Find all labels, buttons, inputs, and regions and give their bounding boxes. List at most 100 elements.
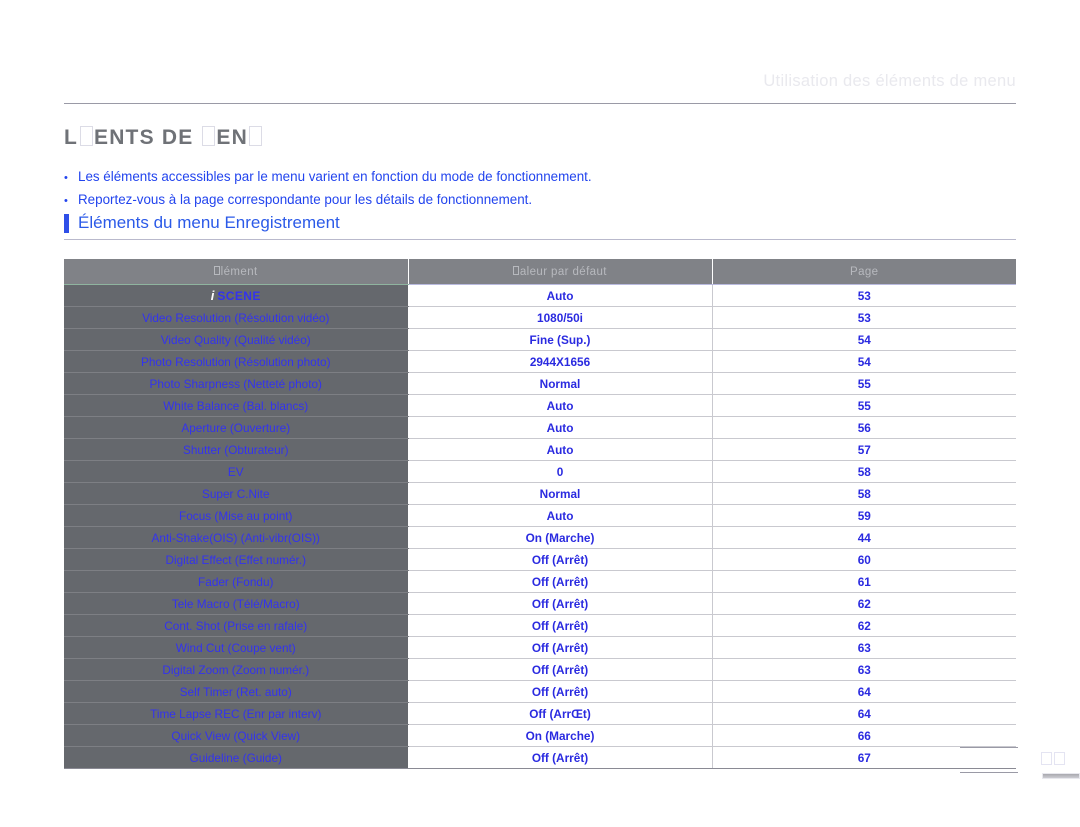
note-text: Reportez-vous à la page correspondante p… <box>78 192 533 207</box>
table-row: White Balance (Bal. blancs) Auto 55 <box>64 394 1016 417</box>
table-header-row: lément aleur par défaut Page <box>64 259 1016 285</box>
cell-page-number: 63 <box>711 658 1016 681</box>
cell-page-number: 66 <box>711 724 1016 747</box>
table-row: Guideline (Guide) Off (Arrêt) 67 <box>64 746 1016 769</box>
cell-menu-item: Digital Effect (Effet numér.) <box>64 548 409 571</box>
cell-menu-item: Self Timer (Ret. auto) <box>64 680 409 703</box>
cell-default-value: Auto <box>408 416 712 439</box>
cell-default-value: Fine (Sup.) <box>408 328 712 351</box>
cell-menu-item: Shutter (Obturateur) <box>64 438 409 461</box>
cell-page-number: 61 <box>711 570 1016 593</box>
cell-default-value: Off (Arrêt) <box>408 746 712 769</box>
cell-menu-item: Quick View (Quick View) <box>64 724 409 747</box>
notes-list: • Les éléments accessibles par le menu v… <box>64 166 984 212</box>
table-row: Tele Macro (Télé/Macro) Off (Arrêt) 62 <box>64 592 1016 615</box>
cell-default-value: Normal <box>408 372 712 395</box>
bullet-icon: • <box>64 172 68 184</box>
cell-page-number: 56 <box>711 416 1016 439</box>
table-row: i SCENE Auto 53 <box>64 284 1016 307</box>
missing-glyph-icon <box>1054 752 1065 765</box>
iscene-label: SCENE <box>217 289 261 303</box>
menu-items-table: lément aleur par défaut Page i SCENE Auto 5… <box>64 259 1016 769</box>
table-row: Self Timer (Ret. auto) Off (Arrêt) 64 <box>64 680 1016 703</box>
section-rule <box>64 239 1016 240</box>
table-body: i SCENE Auto 53 Video Resolution (Résolution… <box>64 284 1016 769</box>
cell-menu-item: Digital Zoom (Zoom numér.) <box>64 658 409 681</box>
section-accent-bar <box>64 213 69 233</box>
footer-rule-top <box>960 747 1018 748</box>
column-header-value-label: aleur par défaut <box>519 265 607 278</box>
cell-page-number: 63 <box>711 636 1016 659</box>
table-row: Aperture (Ouverture) Auto 56 <box>64 416 1016 439</box>
cell-menu-item: Photo Resolution (Résolution photo) <box>64 350 409 373</box>
page-title-seg-3: EN <box>216 126 248 149</box>
cell-default-value: Off (Arrêt) <box>408 680 712 703</box>
table-row: Cont. Shot (Prise en rafale) Off (Arrêt) 6… <box>64 614 1016 637</box>
header-rule <box>64 103 1016 104</box>
cell-default-value: 0 <box>408 460 712 483</box>
cell-default-value: Auto <box>408 394 712 417</box>
missing-glyph-icon <box>201 126 215 146</box>
table-row: Video Quality (Qualité vidéo) Fine (Sup.)… <box>64 328 1016 351</box>
table-row: Time Lapse REC (Enr par interv) Off (ArrŒ… <box>64 702 1016 725</box>
cell-page-number: 62 <box>711 614 1016 637</box>
footer-rule-bottom <box>960 772 1018 773</box>
cell-default-value: Off (Arrêt) <box>408 658 712 681</box>
cell-default-value: Auto <box>408 504 712 527</box>
cell-default-value: Auto <box>408 438 712 461</box>
cell-default-value: Off (Arrêt) <box>408 592 712 615</box>
cell-default-value: Off (Arrêt) <box>408 614 712 637</box>
cell-default-value: On (Marche) <box>408 724 712 747</box>
cell-page-number: 44 <box>711 526 1016 549</box>
cell-menu-item: Time Lapse REC (Enr par interv) <box>64 702 409 725</box>
cell-page-number: 58 <box>711 482 1016 505</box>
cell-menu-item: Video Resolution (Résolution vidéo) <box>64 306 409 329</box>
table-row: Fader (Fondu) Off (Arrêt) 61 <box>64 570 1016 593</box>
cell-page-number: 53 <box>711 306 1016 329</box>
table-row: Focus (Mise au point) Auto 59 <box>64 504 1016 527</box>
page-title-seg-2: ENTS DE <box>93 126 201 149</box>
cell-menu-item: Fader (Fondu) <box>64 570 409 593</box>
table-row: Photo Sharpness (Netteté photo) Normal 55 <box>64 372 1016 395</box>
cell-menu-item: Anti-Shake(OIS) (Anti-vibr(OIS)) <box>64 526 409 549</box>
cell-default-value: Auto <box>408 284 712 307</box>
cell-page-number: 57 <box>711 438 1016 461</box>
cell-page-number: 58 <box>711 460 1016 483</box>
page-title-seg-1: L <box>64 126 79 149</box>
table-row: EV 0 58 <box>64 460 1016 483</box>
missing-glyph-icon <box>513 265 520 276</box>
cell-menu-item: Guideline (Guide) <box>64 746 409 769</box>
column-header-item: lément <box>64 259 408 285</box>
cell-default-value: On (Marche) <box>408 526 712 549</box>
table-row: Digital Effect (Effet numér.) Off (Arrêt)… <box>64 548 1016 571</box>
table-row: Photo Resolution (Résolution photo) 2944X… <box>64 350 1016 373</box>
cell-page-number: 60 <box>711 548 1016 571</box>
bullet-icon: • <box>64 195 68 207</box>
cell-page-number: 55 <box>711 394 1016 417</box>
table-header: lément aleur par défaut Page <box>64 259 1016 285</box>
table-row: Super C.Nite Normal 58 <box>64 482 1016 505</box>
missing-glyph-icon <box>213 265 221 276</box>
cell-default-value: Off (Arrêt) <box>408 636 712 659</box>
cell-default-value: 1080/50i <box>408 306 712 329</box>
cell-menu-item: White Balance (Bal. blancs) <box>64 394 409 417</box>
cell-default-value: Off (Arrêt) <box>408 548 712 571</box>
cell-default-value: 2944X1656 <box>408 350 712 373</box>
cell-menu-item: Tele Macro (Télé/Macro) <box>64 592 409 615</box>
section-title: Éléments du menu Enregistrement <box>78 213 340 232</box>
list-item: • Les éléments accessibles par le menu v… <box>64 166 984 189</box>
cell-menu-item: Photo Sharpness (Netteté photo) <box>64 372 409 395</box>
cell-default-value: Off (ArrŒt) <box>408 702 712 725</box>
cell-menu-item: Cont. Shot (Prise en rafale) <box>64 614 409 637</box>
column-header-page: Page <box>711 259 1016 285</box>
cell-page-number: 59 <box>711 504 1016 527</box>
cell-menu-item: Aperture (Ouverture) <box>64 416 409 439</box>
cell-default-value: Off (Arrêt) <box>408 570 712 593</box>
cell-page-number: 54 <box>711 350 1016 373</box>
table-row: Shutter (Obturateur) Auto 57 <box>64 438 1016 461</box>
table-row: Video Resolution (Résolution vidéo) 1080/… <box>64 306 1016 329</box>
missing-glyph-icon <box>79 126 93 146</box>
cell-menu-item: i SCENE <box>64 284 409 307</box>
cell-default-value: Normal <box>408 482 712 505</box>
cell-page-number: 54 <box>711 328 1016 351</box>
